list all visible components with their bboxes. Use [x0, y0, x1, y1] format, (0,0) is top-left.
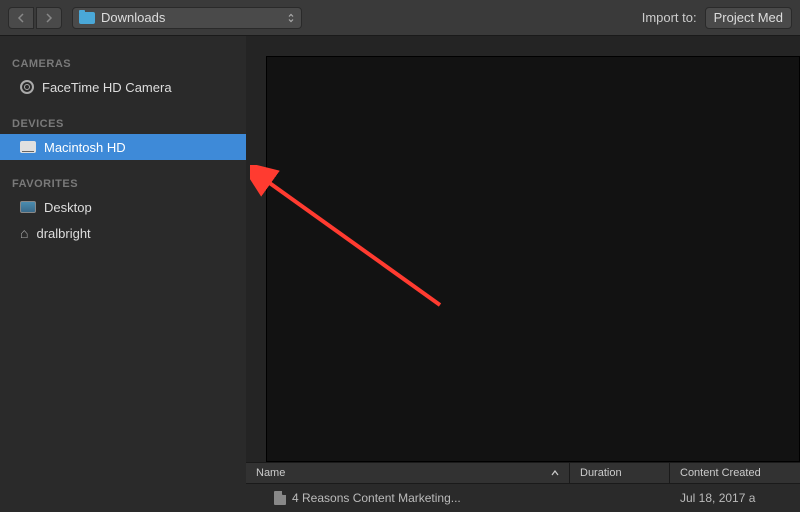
main-area: CAMERAS FaceTime HD Camera DEVICES Macin… — [0, 36, 800, 512]
sidebar-item-facetime-camera[interactable]: FaceTime HD Camera — [0, 74, 246, 100]
hdd-icon — [20, 141, 36, 153]
section-header-cameras: CAMERAS — [0, 54, 246, 74]
content-area: Name Duration Content Created 4 Reasons … — [246, 36, 800, 512]
sidebar-item-label: Macintosh HD — [44, 140, 126, 155]
section-header-favorites: FAVORITES — [0, 174, 246, 194]
dropdown-arrows-icon — [287, 13, 295, 23]
sidebar-section-favorites: FAVORITES Desktop ⌂ dralbright — [0, 174, 246, 246]
import-to-value: Project Med — [714, 10, 783, 25]
import-to-group: Import to: Project Med — [642, 7, 792, 29]
sidebar-item-macintosh-hd[interactable]: Macintosh HD — [0, 134, 246, 160]
sidebar: CAMERAS FaceTime HD Camera DEVICES Macin… — [0, 36, 246, 512]
sidebar-item-label: Desktop — [44, 200, 92, 215]
sidebar-item-label: FaceTime HD Camera — [42, 80, 172, 95]
table-header: Name Duration Content Created — [246, 462, 800, 484]
cell-name: 4 Reasons Content Marketing... — [246, 491, 570, 505]
sort-ascending-icon — [551, 468, 559, 478]
preview-pane — [266, 56, 800, 462]
document-icon — [274, 491, 286, 505]
import-to-label: Import to: — [642, 10, 697, 25]
toolbar: Downloads Import to: Project Med — [0, 0, 800, 36]
cell-created: Jul 18, 2017 a — [670, 491, 800, 505]
sidebar-item-home[interactable]: ⌂ dralbright — [0, 220, 246, 246]
desktop-icon — [20, 201, 36, 213]
section-header-devices: DEVICES — [0, 114, 246, 134]
sidebar-item-label: dralbright — [36, 226, 90, 241]
sidebar-section-cameras: CAMERAS FaceTime HD Camera — [0, 54, 246, 100]
chevron-left-icon — [17, 13, 25, 23]
forward-button[interactable] — [36, 7, 62, 29]
column-header-created[interactable]: Content Created — [670, 463, 800, 483]
chevron-right-icon — [45, 13, 53, 23]
column-header-duration[interactable]: Duration — [570, 463, 670, 483]
location-dropdown[interactable]: Downloads — [72, 7, 302, 29]
table-row[interactable]: 4 Reasons Content Marketing... Jul 18, 2… — [246, 484, 800, 512]
file-table: Name Duration Content Created 4 Reasons … — [246, 462, 800, 512]
back-button[interactable] — [8, 7, 34, 29]
location-label: Downloads — [101, 10, 287, 25]
camera-icon — [20, 80, 34, 94]
sidebar-item-desktop[interactable]: Desktop — [0, 194, 246, 220]
nav-buttons — [8, 7, 62, 29]
home-icon: ⌂ — [20, 226, 28, 240]
import-to-dropdown[interactable]: Project Med — [705, 7, 792, 29]
column-header-name[interactable]: Name — [246, 463, 570, 483]
folder-icon — [79, 12, 95, 24]
sidebar-section-devices: DEVICES Macintosh HD — [0, 114, 246, 160]
